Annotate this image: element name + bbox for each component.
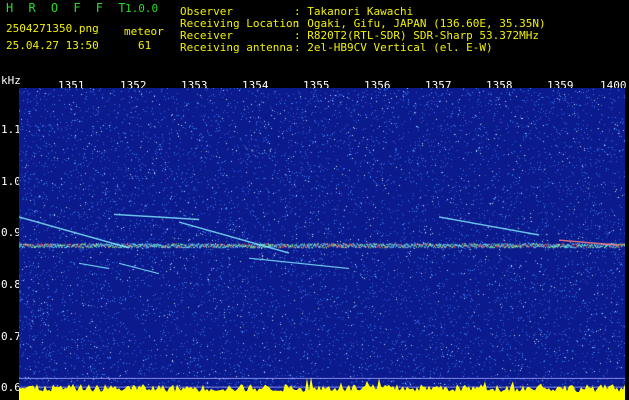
y-tick-label: 0.7 (1, 329, 21, 343)
meteor-trace (248, 257, 350, 270)
meteor-trace (78, 262, 110, 270)
spectrogram-overlay (19, 213, 625, 400)
y-tick-label: 0.8 (1, 277, 21, 291)
meteor-trace (19, 216, 130, 249)
meteor-trace (178, 221, 290, 254)
app-version: 1.0.0 (125, 2, 159, 15)
y-axis-label: kHz (1, 74, 21, 87)
y-tick-label: 1.0 (1, 174, 21, 188)
file-name: 2504271350.png (6, 22, 99, 35)
app-name: H R O F F T (6, 1, 130, 15)
y-tick-label: 1.1 (1, 123, 21, 137)
meteor-count: 61 (138, 39, 152, 52)
info-antenna-label: Receiving antenna (180, 41, 293, 54)
meteor-trace (113, 213, 200, 221)
datetime: 25.04.27 13:50 (6, 39, 99, 52)
info-antenna-value: : 2el-HB9CV Vertical (el. E-W) (294, 41, 493, 54)
y-tick-label: 0.9 (1, 226, 21, 240)
meteor-trace (558, 239, 620, 247)
signal-level-trace (19, 376, 625, 400)
meteor-label: meteor (124, 25, 164, 38)
meteor-trace (438, 216, 540, 236)
y-tick-label: 0.6 (1, 381, 21, 395)
meteor-trace (118, 262, 160, 275)
spectrogram (19, 88, 625, 400)
